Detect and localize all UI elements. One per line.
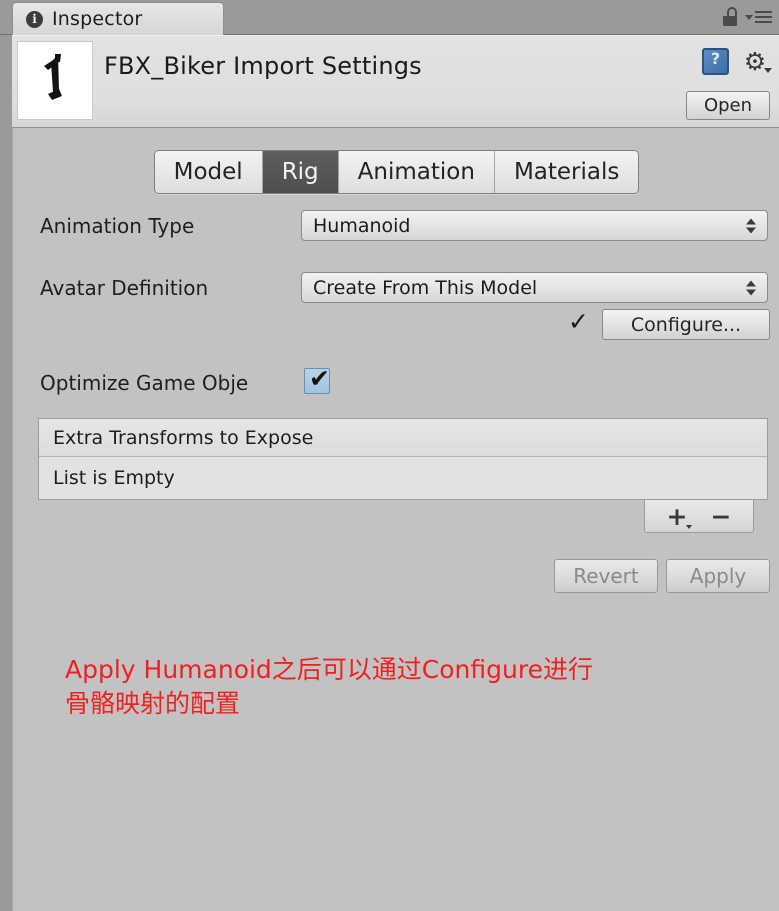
animation-type-value: Humanoid [313, 214, 411, 237]
tab-materials[interactable]: Materials [494, 151, 639, 193]
fbx-model-thumbnail[interactable] [17, 41, 93, 120]
annotation-note: Apply Humanoid之后可以通过Configure进行 骨骼映射的配置 [65, 653, 765, 721]
rig-tabs-row: Model Rig Animation Materials [13, 150, 779, 194]
inspector-window: i Inspector FBX_Biker Import Settings ? … [0, 0, 779, 911]
animation-type-dropdown[interactable]: Humanoid [301, 210, 768, 241]
panel-tabstrip: i Inspector [0, 0, 779, 35]
revert-apply-group: Revert Apply [554, 559, 770, 593]
open-button[interactable]: Open [686, 91, 770, 120]
asset-header: FBX_Biker Import Settings ⚙ Open [12, 35, 779, 128]
add-transform-button[interactable]: + [667, 504, 693, 529]
annotation-line-1: Apply Humanoid之后可以通过Configure进行 [65, 655, 593, 684]
tabstrip-right-controls [722, 4, 772, 30]
optimize-game-objects-checkbox[interactable]: ✔ [304, 364, 330, 394]
extra-transforms-header: Extra Transforms to Expose [39, 419, 767, 457]
revert-button[interactable]: Revert [554, 559, 658, 593]
import-settings-tabs: Model Rig Animation Materials [153, 150, 640, 194]
gear-icon[interactable]: ⚙ [741, 49, 772, 75]
annotation-line-2: 骨骼映射的配置 [65, 688, 241, 718]
lock-icon[interactable] [722, 7, 738, 27]
avatar-definition-dropdown[interactable]: Create From This Model [301, 272, 768, 303]
extra-transforms-empty-row: List is Empty [39, 457, 767, 499]
checkbox-check-icon: ✔ [309, 364, 330, 393]
optimize-game-objects-label: Optimize Game Obje [40, 371, 249, 395]
hamburger-menu-icon[interactable] [745, 11, 772, 23]
avatar-definition-label: Avatar Definition [40, 276, 209, 300]
remove-transform-button[interactable]: − [711, 504, 732, 529]
info-icon: i [26, 10, 43, 28]
tab-inspector-label: Inspector [52, 8, 143, 30]
extra-transforms-toolbar: + − [644, 500, 754, 533]
avatar-definition-value: Create From This Model [313, 276, 538, 299]
help-book-icon[interactable] [702, 48, 729, 75]
tab-inspector[interactable]: i Inspector [12, 2, 224, 35]
animation-type-label: Animation Type [40, 214, 195, 238]
tab-rig[interactable]: Rig [262, 151, 339, 193]
chevron-updown-icon [746, 280, 756, 295]
tab-model[interactable]: Model [154, 151, 263, 193]
tab-animation[interactable]: Animation [338, 151, 495, 193]
extra-transforms-list: Extra Transforms to Expose List is Empty [38, 418, 768, 500]
avatar-valid-checkmark-icon: ✓ [568, 307, 589, 336]
chevron-updown-icon [746, 218, 756, 233]
inspector-body: Model Rig Animation Materials Animation … [12, 128, 779, 911]
apply-button[interactable]: Apply [666, 559, 770, 593]
configure-button[interactable]: Configure... [602, 309, 770, 340]
page-title: FBX_Biker Import Settings [104, 52, 422, 80]
